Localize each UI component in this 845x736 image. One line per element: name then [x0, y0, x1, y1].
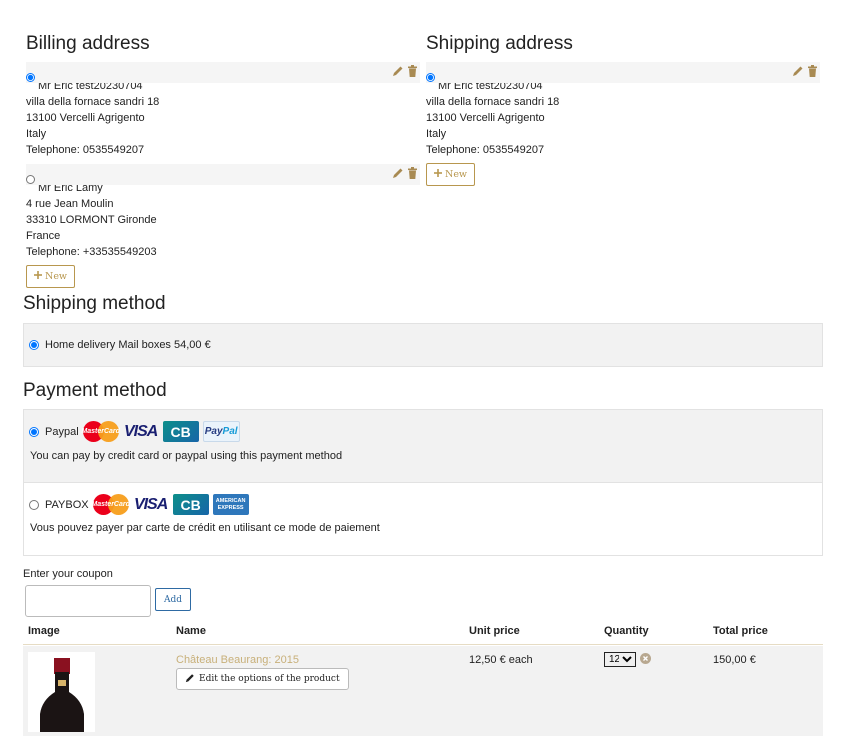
plus-icon: [34, 271, 42, 282]
new-button-label: New: [445, 169, 468, 180]
edit-product-options-button[interactable]: Edit the options of the product: [176, 668, 349, 690]
header-name: Name: [176, 625, 206, 637]
pencil-icon[interactable]: [392, 167, 404, 182]
billing-address-1: Mr Eric test20230704 villa della fornace…: [26, 62, 420, 158]
shipping-address-title: Shipping address: [426, 33, 573, 54]
cart-table-header: Image Name Unit price Quantity Total pri…: [23, 625, 823, 645]
mastercard-text: MasterCard: [81, 428, 120, 435]
cb-logo: CB: [162, 421, 199, 442]
trash-icon[interactable]: [807, 65, 818, 80]
shipping-method-panel: Home delivery Mail boxes 54,00 €: [23, 323, 823, 367]
address-city: 33310 LORMONT Gironde: [26, 214, 157, 226]
plus-icon: [434, 169, 442, 180]
payment-option-paybox: PAYBOX MasterCard VISA CB AMERICAN EXPRE…: [23, 482, 823, 556]
payment-option-paypal: Paypal MasterCard VISA CB Pay Pal You can…: [23, 409, 823, 483]
address-street: 4 rue Jean Moulin: [26, 198, 114, 210]
address-phone: Telephone: 0535549207: [426, 144, 545, 156]
paypal-logo: Pay Pal: [202, 421, 240, 442]
shipping-new-address-button[interactable]: New: [426, 163, 476, 186]
pencil-icon: [185, 673, 195, 686]
payment-paypal-radio[interactable]: [29, 426, 39, 437]
address-street: villa della fornace sandri 18: [426, 96, 560, 108]
shipping-method-title: Shipping method: [23, 293, 166, 314]
quantity-select[interactable]: 12: [604, 652, 636, 667]
billing-address-title: Billing address: [26, 33, 150, 54]
table-row: Château Beaurang: 2015 Edit the options …: [23, 646, 823, 736]
cb-logo: CB: [172, 494, 209, 515]
payment-option-description: Vous pouvez payer par carte de crédit en…: [30, 522, 380, 534]
shipping-option[interactable]: Home delivery Mail boxes 54,00 €: [29, 339, 211, 351]
product-name-link[interactable]: Château Beaurang: 2015: [176, 654, 299, 666]
header-quantity: Quantity: [604, 625, 649, 637]
trash-icon[interactable]: [407, 167, 418, 182]
billing-address-2-header: [26, 164, 420, 185]
visa-logo: VISA: [133, 495, 168, 513]
mastercard-logo: MasterCard: [81, 421, 120, 442]
header-unit-price: Unit price: [469, 625, 520, 637]
shipping-address-1-header: [426, 62, 820, 83]
mastercard-text: MasterCard: [91, 501, 130, 508]
trash-icon[interactable]: [407, 65, 418, 80]
address-phone: Telephone: +33535549203: [26, 246, 157, 258]
billing-address-1-header: [26, 62, 420, 83]
unit-price: 12,50 € each: [469, 654, 533, 666]
visa-logo: VISA: [123, 422, 158, 440]
new-button-label: New: [45, 271, 68, 282]
amex-logo: AMERICAN EXPRESS: [212, 494, 249, 515]
pencil-icon[interactable]: [392, 65, 404, 80]
address-city: 13100 Vercelli Agrigento: [26, 112, 145, 124]
mastercard-logo: MasterCard: [91, 494, 130, 515]
header-image: Image: [28, 625, 60, 637]
paypal-text-b: Pal: [222, 426, 238, 437]
payment-paybox-radio[interactable]: [29, 499, 39, 510]
paypal-text-a: Pay: [204, 426, 223, 437]
add-coupon-button[interactable]: Add: [155, 588, 192, 611]
product-image[interactable]: [28, 652, 95, 732]
billing-new-address-button[interactable]: New: [26, 265, 76, 288]
shipping-address-1-radio[interactable]: [426, 73, 435, 82]
address-country: France: [26, 230, 61, 242]
shipping-option-label: Home delivery Mail boxes 54,00 €: [45, 339, 211, 351]
billing-address-1-radio[interactable]: [26, 73, 35, 82]
address-phone: Telephone: 0535549207: [26, 144, 145, 156]
address-country: Italy: [26, 128, 47, 140]
billing-address-2-radio[interactable]: [26, 175, 35, 184]
address-country: Italy: [426, 128, 447, 140]
address-city: 13100 Vercelli Agrigento: [426, 112, 545, 124]
edit-options-label: Edit the options of the product: [199, 674, 340, 684]
shipping-option-radio[interactable]: [29, 340, 39, 350]
address-street: villa della fornace sandri 18: [26, 96, 160, 108]
payment-option-label: PAYBOX: [45, 498, 89, 511]
remove-circle-icon[interactable]: [640, 653, 651, 667]
payment-option-description: You can pay by credit card or paypal usi…: [30, 450, 343, 462]
shipping-address-1: Mr Eric test20230704 villa della fornace…: [426, 62, 820, 158]
payment-method-title: Payment method: [23, 380, 167, 401]
payment-option-label: Paypal: [45, 425, 79, 438]
billing-address-2: Mr Eric Lamy 4 rue Jean Moulin 33310 LOR…: [26, 164, 420, 260]
coupon-label: Enter your coupon: [23, 568, 113, 580]
total-price: 150,00 €: [713, 654, 756, 666]
coupon-input[interactable]: [25, 585, 151, 617]
pencil-icon[interactable]: [792, 65, 804, 80]
header-total: Total price: [713, 625, 768, 637]
